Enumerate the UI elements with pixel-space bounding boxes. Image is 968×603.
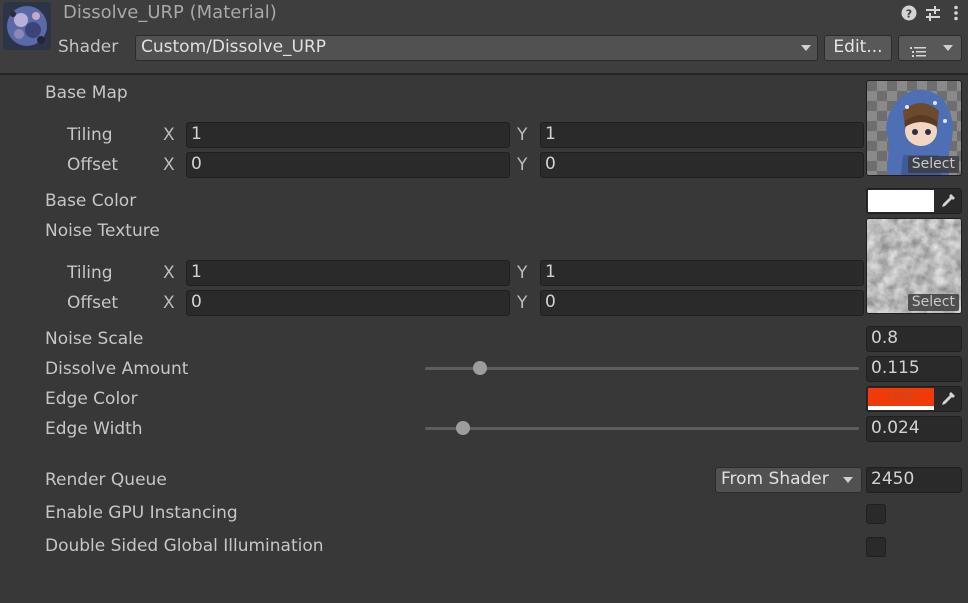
dissolve-amount-slider-track[interactable] bbox=[425, 367, 859, 370]
render-queue-mode-dropdown[interactable]: From Shader bbox=[715, 467, 862, 493]
base-map-tiling-label: Tiling bbox=[67, 125, 113, 145]
base-color-label: Base Color bbox=[45, 191, 137, 211]
material-options-button[interactable] bbox=[898, 35, 962, 61]
edge-color-hdr-label: HDR bbox=[887, 390, 915, 404]
noise-offset-y-field[interactable]: 0 bbox=[540, 290, 864, 316]
chevron-down-icon bbox=[943, 45, 953, 51]
edge-color-swatch[interactable]: HDR bbox=[868, 388, 934, 406]
material-title: Dissolve_URP (Material) bbox=[63, 2, 277, 23]
noise-offset-x-field[interactable]: 0 bbox=[186, 290, 510, 316]
base-map-offset-x-label: X bbox=[163, 155, 175, 175]
base-map-label: Base Map bbox=[45, 83, 128, 103]
edge-width-slider-handle[interactable] bbox=[456, 421, 471, 435]
edge-width-slider-track[interactable] bbox=[425, 427, 859, 430]
shader-label: Shader bbox=[58, 37, 119, 57]
base-map-tiling-y-field[interactable]: 1 bbox=[540, 122, 864, 148]
eyedropper-icon[interactable] bbox=[937, 191, 959, 211]
base-map-offset-y-field[interactable]: 0 bbox=[540, 152, 864, 178]
shader-dropdown-value: Custom/Dissolve_URP bbox=[141, 37, 327, 57]
noise-tiling-label: Tiling bbox=[67, 263, 113, 283]
help-icon[interactable]: ? bbox=[900, 4, 918, 22]
base-map-texture-slot[interactable]: Select bbox=[866, 80, 962, 176]
more-vertical-icon[interactable] bbox=[950, 4, 962, 22]
base-color-swatch[interactable] bbox=[868, 190, 934, 212]
base-map-offset-y-label: Y bbox=[517, 155, 528, 175]
edge-color-label: Edge Color bbox=[45, 389, 138, 409]
render-queue-label: Render Queue bbox=[45, 470, 167, 490]
chevron-down-icon bbox=[801, 45, 811, 51]
noise-texture-label: Noise Texture bbox=[45, 221, 160, 241]
base-color-field[interactable] bbox=[866, 188, 962, 214]
gpu-instancing-label: Enable GPU Instancing bbox=[45, 503, 238, 523]
dissolve-amount-label: Dissolve Amount bbox=[45, 359, 189, 379]
noise-tiling-x-field[interactable]: 1 bbox=[186, 260, 510, 286]
shader-dropdown[interactable]: Custom/Dissolve_URP bbox=[135, 35, 818, 61]
noise-texture-select-button[interactable]: Select bbox=[907, 294, 959, 311]
edit-shader-button[interactable]: Edit... bbox=[824, 35, 892, 61]
edge-color-alpha-bar bbox=[868, 406, 934, 410]
noise-offset-label: Offset bbox=[67, 293, 119, 313]
double-sided-gi-label: Double Sided Global Illumination bbox=[45, 536, 324, 556]
base-map-select-button[interactable]: Select bbox=[907, 156, 959, 173]
dissolve-amount-field[interactable]: 0.115 bbox=[866, 356, 962, 382]
preset-sliders-icon[interactable] bbox=[924, 4, 942, 22]
base-map-tiling-x-field[interactable]: 1 bbox=[186, 122, 510, 148]
edge-color-field[interactable]: HDR bbox=[866, 386, 962, 412]
gpu-instancing-checkbox[interactable] bbox=[866, 504, 886, 524]
noise-tiling-y-field[interactable]: 1 bbox=[540, 260, 864, 286]
dissolve-amount-slider-handle[interactable] bbox=[473, 361, 488, 375]
base-map-tiling-y-label: Y bbox=[517, 125, 528, 145]
svg-text:?: ? bbox=[906, 8, 912, 21]
noise-tiling-y-label: Y bbox=[517, 263, 528, 283]
base-map-offset-label: Offset bbox=[67, 155, 119, 175]
render-queue-field[interactable]: 2450 bbox=[866, 467, 962, 493]
double-sided-gi-checkbox[interactable] bbox=[866, 537, 886, 557]
chevron-down-icon bbox=[843, 477, 853, 483]
base-map-offset-x-field[interactable]: 0 bbox=[186, 152, 510, 178]
noise-texture-slot[interactable]: Select bbox=[866, 218, 962, 314]
edge-width-field[interactable]: 0.024 bbox=[866, 416, 962, 442]
list-icon bbox=[910, 42, 926, 64]
noise-offset-y-label: Y bbox=[517, 293, 528, 313]
noise-offset-x-label: X bbox=[163, 293, 175, 313]
noise-scale-label: Noise Scale bbox=[45, 329, 144, 349]
render-queue-mode-value: From Shader bbox=[721, 469, 829, 489]
noise-tiling-x-label: X bbox=[163, 263, 175, 283]
material-preview-icon bbox=[3, 2, 51, 50]
edge-width-label: Edge Width bbox=[45, 419, 143, 439]
base-map-tiling-x-label: X bbox=[163, 125, 175, 145]
noise-scale-field[interactable]: 0.8 bbox=[866, 326, 962, 352]
eyedropper-icon[interactable] bbox=[937, 389, 959, 409]
